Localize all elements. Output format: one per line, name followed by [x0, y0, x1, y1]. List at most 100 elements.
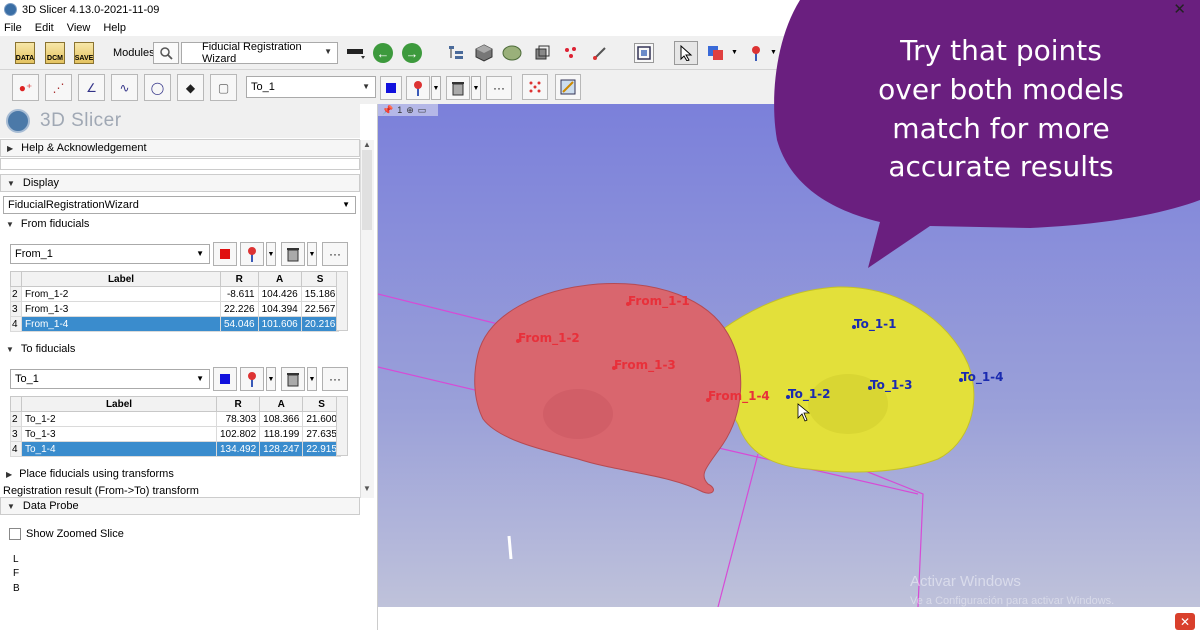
from-more-button[interactable]: ···	[322, 242, 348, 266]
to-fiducials-header[interactable]: ▼ To fiducials	[6, 341, 75, 357]
from-table-scrollbar[interactable]	[336, 271, 348, 331]
add-roi-button[interactable]: ▢	[210, 74, 237, 101]
more-options-button[interactable]: ···	[486, 76, 512, 100]
column-header[interactable]: R	[220, 271, 259, 287]
cell-label[interactable]: From_1-4	[21, 316, 221, 332]
table-row[interactable]: 2 From_1-2 -8.611 104.426 15.186	[10, 286, 340, 302]
cell-label[interactable]: To_1-2	[21, 411, 217, 427]
column-header[interactable]: Label	[21, 271, 221, 287]
window-close-button[interactable]: ✕	[1173, 0, 1186, 18]
add-angle-button[interactable]: ∠	[78, 74, 105, 101]
from-fiducials-header[interactable]: ▼ From fiducials	[6, 216, 89, 232]
save-button[interactable]: SAVE	[71, 40, 97, 66]
dicom-button[interactable]: DCM	[42, 40, 68, 66]
cell-a[interactable]: 108.366	[259, 411, 304, 427]
column-header[interactable]: S	[300, 271, 340, 287]
column-header[interactable]: S	[302, 396, 341, 412]
recorder-close-button[interactable]: ✕	[1175, 613, 1195, 630]
volumes-module-button[interactable]	[474, 43, 494, 63]
segment-editor-button[interactable]	[590, 43, 610, 63]
place-markup-button[interactable]	[746, 43, 766, 63]
column-header[interactable]	[10, 271, 22, 287]
menu-help[interactable]: Help	[103, 22, 126, 34]
column-header[interactable]	[10, 396, 22, 412]
show-zoomed-slice-row[interactable]: Show Zoomed Slice	[9, 528, 124, 540]
chevron-down-icon[interactable]: ▼	[266, 367, 276, 391]
module-selector[interactable]: Fiducial Registration Wizard ▼	[181, 41, 338, 65]
add-fiducial-button[interactable]: ●⁺	[12, 74, 39, 101]
cell-a[interactable]: 104.394	[257, 301, 302, 317]
load-data-button[interactable]: DATA	[12, 40, 38, 66]
module-history-button[interactable]	[346, 43, 366, 63]
fiducial-label-to-1-2[interactable]: To_1-2	[788, 387, 831, 402]
cell-s[interactable]: 15.186	[300, 286, 340, 302]
add-curve-button[interactable]: ∿	[111, 74, 138, 101]
from-place-button[interactable]	[240, 242, 264, 266]
fiducial-label-to-1-4[interactable]: To_1-4	[961, 370, 1004, 385]
cell-s[interactable]: 20.216	[300, 316, 340, 332]
layout-button[interactable]	[634, 43, 654, 63]
delete-points-button[interactable]	[446, 76, 470, 100]
add-closed-curve-button[interactable]: ◯	[144, 74, 171, 101]
chevron-down-icon[interactable]: ▼	[770, 49, 777, 56]
cell-a[interactable]: 118.199	[259, 426, 304, 442]
from-color-button[interactable]	[213, 242, 237, 266]
fiducial-label-to-1-1[interactable]: To_1-1	[854, 317, 897, 332]
to-more-button[interactable]: ···	[322, 367, 348, 391]
scroll-down-icon[interactable]: ▼	[363, 484, 371, 493]
to-delete-button[interactable]	[281, 367, 305, 391]
add-line-button[interactable]: ⋰	[45, 74, 72, 101]
cell-s[interactable]: 22.915	[302, 441, 341, 457]
chevron-down-icon[interactable]: ▼	[266, 242, 276, 266]
window-level-button[interactable]	[707, 43, 727, 63]
cell-label[interactable]: From_1-3	[21, 301, 221, 317]
place-transforms-header[interactable]: ▶ Place fiducials using transforms	[6, 466, 174, 482]
table-row-selected[interactable]: 4 From_1-4 54.046 101.606 20.216	[10, 316, 340, 332]
models-module-button[interactable]	[502, 43, 522, 63]
to-node-selector[interactable]: To_1 ▼	[10, 369, 210, 389]
table-row[interactable]: 3 From_1-3 22.226 104.394 22.567	[10, 301, 340, 317]
menu-file[interactable]: File	[4, 22, 22, 34]
cell-r[interactable]: 54.046	[220, 316, 259, 332]
table-row[interactable]: 3 To_1-3 102.802 118.199 27.635	[10, 426, 341, 442]
data-probe-header[interactable]: ▼ Data Probe	[0, 497, 360, 515]
cell-a[interactable]: 104.426	[257, 286, 302, 302]
toggle-lock-button[interactable]	[555, 74, 581, 100]
scroll-up-icon[interactable]: ▲	[363, 140, 371, 149]
next-module-button[interactable]: →	[402, 43, 422, 63]
from-delete-button[interactable]	[281, 242, 305, 266]
3d-view[interactable]: 📌 1 ⊕ ▭ From_1-1 From_1-2 From_1-3 From_…	[378, 104, 1200, 607]
toggle-visibility-button[interactable]	[522, 74, 548, 100]
to-place-button[interactable]	[240, 367, 264, 391]
chevron-down-icon[interactable]: ▼	[731, 49, 738, 56]
fiducial-label-from-1-2[interactable]: From_1-2	[518, 331, 580, 346]
fiducial-label-to-1-3[interactable]: To_1-3	[870, 378, 913, 393]
cell-r[interactable]: 102.802	[215, 426, 261, 442]
chevron-down-icon[interactable]: ▼	[307, 242, 317, 266]
place-mode-button[interactable]	[406, 76, 430, 100]
cell-s[interactable]: 22.567	[300, 301, 340, 317]
from-node-selector[interactable]: From_1 ▼	[10, 244, 210, 264]
add-plane-button[interactable]: ◆	[177, 74, 204, 101]
cell-s[interactable]: 27.635	[302, 426, 341, 442]
module-search-button[interactable]	[153, 42, 179, 64]
fiducial-label-from-1-1[interactable]: From_1-1	[628, 294, 690, 309]
show-zoomed-checkbox[interactable]	[9, 528, 21, 540]
table-row[interactable]: 2 To_1-2 78.303 108.366 21.600	[10, 411, 341, 427]
to-table-scrollbar[interactable]	[336, 396, 348, 456]
panel-scrollbar-thumb[interactable]	[362, 150, 372, 230]
column-header[interactable]: Label	[21, 396, 217, 412]
cell-a[interactable]: 101.606	[257, 316, 302, 332]
column-header[interactable]: A	[259, 396, 304, 412]
markups-color-button[interactable]	[380, 76, 402, 100]
cell-a[interactable]: 128.247	[259, 441, 304, 457]
menu-edit[interactable]: Edit	[35, 22, 54, 34]
markups-module-button[interactable]	[561, 43, 581, 63]
transforms-module-button[interactable]	[532, 43, 552, 63]
select-mode-button[interactable]	[674, 41, 698, 65]
cell-r[interactable]: 22.226	[220, 301, 259, 317]
fiducial-label-from-1-3[interactable]: From_1-3	[614, 358, 676, 373]
menu-view[interactable]: View	[67, 22, 91, 34]
help-section-header[interactable]: ▶ Help & Acknowledgement	[0, 139, 360, 157]
column-header[interactable]: A	[257, 271, 302, 287]
